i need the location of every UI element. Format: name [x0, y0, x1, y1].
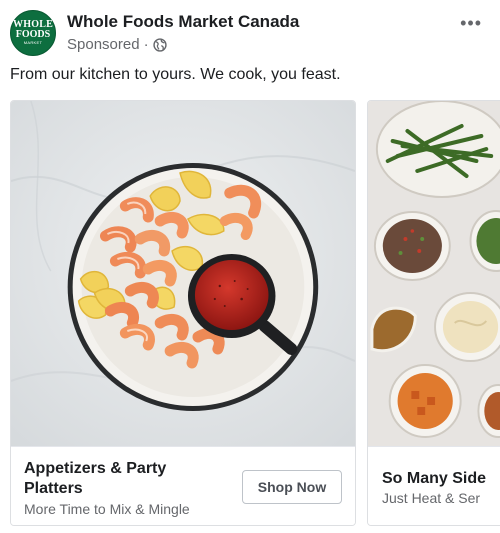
- post-caption: From our kitchen to yours. We cook, you …: [10, 66, 341, 83]
- side-dishes-image[interactable]: [368, 101, 500, 446]
- carousel-card-appetizers[interactable]: Appetizers & Party Platters More Time to…: [10, 100, 356, 526]
- ad-carousel[interactable]: Appetizers & Party Platters More Time to…: [10, 100, 500, 528]
- page-name-link[interactable]: Whole Foods Market Canada: [67, 12, 299, 32]
- carousel-card-sides[interactable]: So Many Side Just Heat & Ser: [367, 100, 500, 526]
- card-title[interactable]: Appetizers & Party Platters: [24, 459, 214, 499]
- post-header: WHOLE FOODS MARKET Whole Foods Market Ca…: [10, 10, 490, 58]
- card-footer: So Many Side Just Heat & Ser: [368, 446, 500, 525]
- post-meta: Sponsored ·: [67, 36, 167, 53]
- logo-text-line2: FOODS: [15, 29, 51, 40]
- logo-text-line3: MARKET: [23, 40, 43, 45]
- card-footer: Appetizers & Party Platters More Time to…: [11, 446, 355, 525]
- sponsored-label[interactable]: Sponsored: [67, 36, 140, 53]
- shop-now-button[interactable]: Shop Now: [242, 470, 342, 504]
- globe-icon[interactable]: [152, 37, 167, 52]
- more-options-icon[interactable]: •••: [460, 14, 482, 32]
- card-subtitle: Just Heat & Ser: [382, 490, 481, 506]
- meta-separator: ·: [143, 36, 149, 53]
- shrimp-platter-image[interactable]: [11, 101, 355, 446]
- card-subtitle: More Time to Mix & Mingle: [24, 501, 190, 517]
- card-title[interactable]: So Many Side: [382, 469, 486, 489]
- page-avatar-logo[interactable]: WHOLE FOODS MARKET: [10, 10, 56, 56]
